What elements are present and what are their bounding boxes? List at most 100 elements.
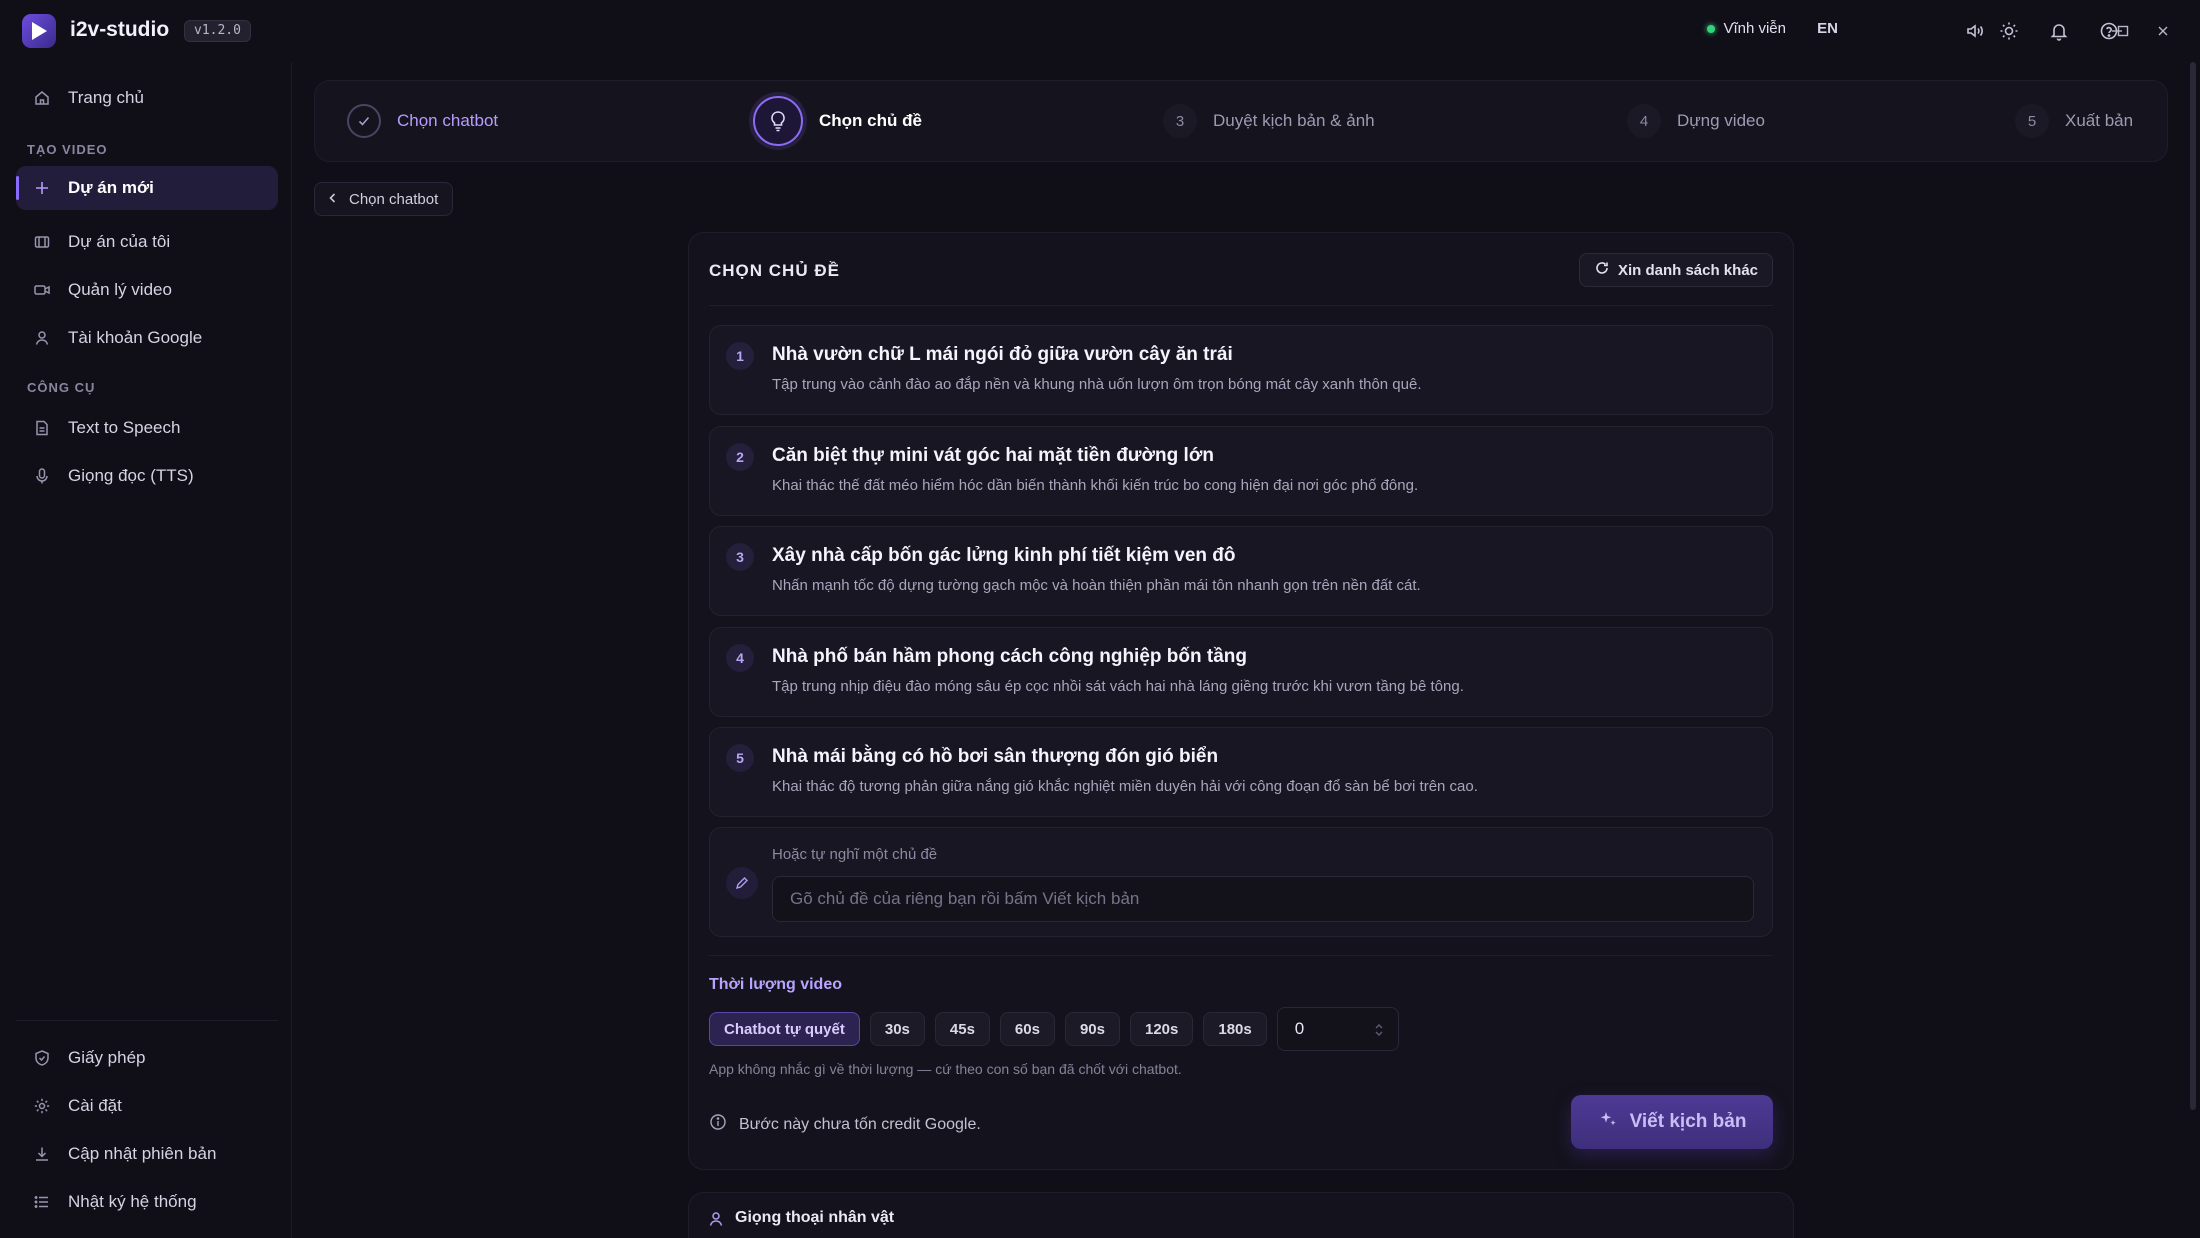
sidebar-item-license[interactable]: Giấy phép	[16, 1036, 278, 1080]
step-choose-chatbot[interactable]: Chọn chatbot	[347, 81, 498, 161]
sidebar-item-label: Dự án mới	[68, 178, 154, 197]
chevron-left-icon	[327, 191, 339, 208]
license-status-dot-icon	[1707, 24, 1716, 33]
microphone-icon	[32, 466, 52, 486]
info-icon	[709, 1113, 727, 1136]
lightbulb-icon	[753, 96, 803, 146]
duration-chip-60s[interactable]: 60s	[999, 1012, 1055, 1046]
sidebar-item-voices[interactable]: Giọng đọc (TTS)	[16, 454, 278, 498]
step-label: Chọn chủ đề	[819, 111, 922, 130]
close-window-icon[interactable]	[2150, 18, 2176, 44]
sidebar-item-logs[interactable]: Nhật ký hệ thống	[16, 1180, 278, 1224]
sidebar-item-label: Dự án của tôi	[68, 232, 171, 251]
choose-topic-panel: CHỌN CHỦ ĐỀ Xin danh sách khác 1 Nhà vườ…	[688, 232, 1794, 1170]
shield-icon	[32, 1048, 52, 1068]
sidebar-item-update[interactable]: Cập nhật phiên bản	[16, 1132, 278, 1176]
sidebar-item-label: Quản lý video	[68, 280, 172, 299]
topic-option[interactable]: 2 Căn biệt thự mini vát góc hai mặt tiền…	[709, 426, 1773, 516]
sidebar-item-label: Nhật ký hệ thống	[68, 1192, 197, 1211]
sidebar-section-create: TẠO VIDEO	[27, 142, 108, 157]
app-logo-icon	[22, 14, 56, 48]
step-number: 4	[1627, 104, 1661, 138]
gear-icon	[32, 1096, 52, 1116]
sidebar-item-google-account[interactable]: Tài khoản Google	[16, 316, 278, 360]
topic-option[interactable]: 4 Nhà phố bán hầm phong cách công nghiệp…	[709, 627, 1773, 717]
check-icon	[347, 104, 381, 138]
custom-topic-input[interactable]	[772, 876, 1754, 922]
topic-description: Khai thác độ tương phản giữa nắng gió kh…	[772, 778, 1478, 795]
duration-chip-auto[interactable]: Chatbot tự quyết	[709, 1012, 860, 1046]
sparkle-icon	[1598, 1109, 1618, 1135]
sidebar-item-label: Tài khoản Google	[68, 328, 203, 347]
theme-sun-icon[interactable]	[1996, 18, 2022, 44]
sidebar-item-settings[interactable]: Cài đặt	[16, 1084, 278, 1128]
license-status[interactable]: Vĩnh viễn	[1707, 20, 1786, 37]
topic-option[interactable]: 5 Nhà mái bằng có hồ bơi sân thượng đón …	[709, 727, 1773, 817]
home-icon	[32, 88, 52, 108]
topic-number: 3	[726, 543, 754, 571]
sidebar-item-label: Giọng đọc (TTS)	[68, 466, 194, 485]
version-badge: v1.2.0	[184, 20, 251, 42]
character-voice-panel: Giọng thoại nhân vật	[688, 1192, 1794, 1238]
back-button[interactable]: Chọn chatbot	[314, 182, 454, 216]
topic-option[interactable]: 3 Xây nhà cấp bốn gác lửng kinh phí tiết…	[709, 526, 1773, 616]
license-status-label: Vĩnh viễn	[1723, 20, 1786, 37]
step-label: Dựng video	[1677, 111, 1765, 130]
duration-chip-180s[interactable]: 180s	[1203, 1012, 1267, 1046]
main-scrollbar[interactable]	[2190, 62, 2196, 1110]
user-icon	[707, 1210, 725, 1233]
speaker-icon[interactable]	[1962, 18, 1988, 44]
sidebar-item-home[interactable]: Trang chủ	[16, 76, 278, 120]
write-script-label: Viết kịch bản	[1629, 1111, 1747, 1132]
duration-chip-120s[interactable]: 120s	[1129, 1012, 1194, 1046]
maximize-window-icon[interactable]	[2110, 18, 2136, 44]
app-name: i2v-studio	[70, 18, 170, 41]
step-publish[interactable]: 5 Xuất bản	[2015, 81, 2133, 161]
duration-chip-45s[interactable]: 45s	[934, 1012, 990, 1046]
topic-number: 1	[726, 342, 754, 370]
title-bar: i2v-studio v1.2.0 Vĩnh viễn EN	[0, 0, 2200, 62]
topic-title: Xây nhà cấp bốn gác lửng kinh phí tiết k…	[772, 545, 1236, 566]
duration-chip-90s[interactable]: 90s	[1064, 1012, 1120, 1046]
topic-description: Nhấn mạnh tốc độ dựng tường gạch mộc và …	[772, 577, 1421, 594]
topic-option[interactable]: 1 Nhà vườn chữ L mái ngói đỏ giữa vườn c…	[709, 325, 1773, 415]
refresh-topics-button[interactable]: Xin danh sách khác	[1578, 253, 1773, 287]
notification-bell-icon[interactable]	[2046, 18, 2072, 44]
back-button-label: Chọn chatbot	[349, 190, 439, 208]
plus-icon	[32, 178, 52, 198]
duration-title: Thời lượng video	[709, 976, 842, 993]
sidebar-section-tools: CÔNG CỤ	[27, 380, 96, 395]
user-icon	[32, 328, 52, 348]
video-camera-icon	[32, 280, 52, 300]
custom-topic-box: Hoặc tự nghĩ một chủ đề	[709, 827, 1773, 937]
sidebar-item-tts[interactable]: Text to Speech	[16, 406, 278, 450]
progress-stepper: Chọn chatbot Chọn chủ đề 3 Duyệt kịch bả…	[314, 80, 2168, 162]
language-toggle[interactable]: EN	[1817, 20, 1838, 37]
step-choose-topic[interactable]: Chọn chủ đề	[753, 81, 922, 161]
topic-description: Khai thác thế đất méo hiểm hóc dần biến …	[772, 477, 1419, 494]
step-review-script[interactable]: 3 Duyệt kịch bản & ảnh	[1163, 81, 1375, 161]
sidebar-divider	[16, 1020, 278, 1021]
topic-description: Tập trung nhịp điệu đào móng sâu ép cọc …	[772, 678, 1464, 695]
stepper-arrows-icon[interactable]	[1374, 1022, 1384, 1038]
panel-divider	[709, 305, 1773, 306]
character-voice-title: Giọng thoại nhân vật	[735, 1209, 895, 1226]
section-divider	[709, 955, 1773, 956]
write-script-button[interactable]: Viết kịch bản	[1571, 1095, 1773, 1149]
custom-duration-stepper[interactable]: 0	[1276, 1007, 1399, 1051]
app-window: i2v-studio v1.2.0 Vĩnh viễn EN Trang chủ…	[0, 0, 2200, 1238]
sidebar-item-label: Cài đặt	[68, 1096, 122, 1115]
duration-options: Chatbot tự quyết 30s 45s 60s 90s 120s 18…	[709, 1007, 1399, 1051]
step-build-video[interactable]: 4 Dựng video	[1627, 81, 1765, 161]
sidebar-item-manage-videos[interactable]: Quản lý video	[16, 268, 278, 312]
topic-title: Nhà phố bán hầm phong cách công nghiệp b…	[772, 646, 1247, 667]
topic-title: Nhà vườn chữ L mái ngói đỏ giữa vườn cây…	[772, 344, 1233, 365]
credit-info-text: Bước này chưa tốn credit Google.	[739, 1115, 981, 1133]
refresh-topics-label: Xin danh sách khác	[1617, 261, 1758, 279]
sidebar-item-new-project[interactable]: Dự án mới	[16, 166, 278, 210]
sidebar-item-label: Cập nhật phiên bản	[68, 1144, 217, 1163]
credit-info: Bước này chưa tốn credit Google.	[709, 1113, 981, 1136]
sidebar-item-my-projects[interactable]: Dự án của tôi	[16, 220, 278, 264]
duration-chip-30s[interactable]: 30s	[869, 1012, 925, 1046]
sidebar-item-label: Trang chủ	[68, 88, 144, 107]
